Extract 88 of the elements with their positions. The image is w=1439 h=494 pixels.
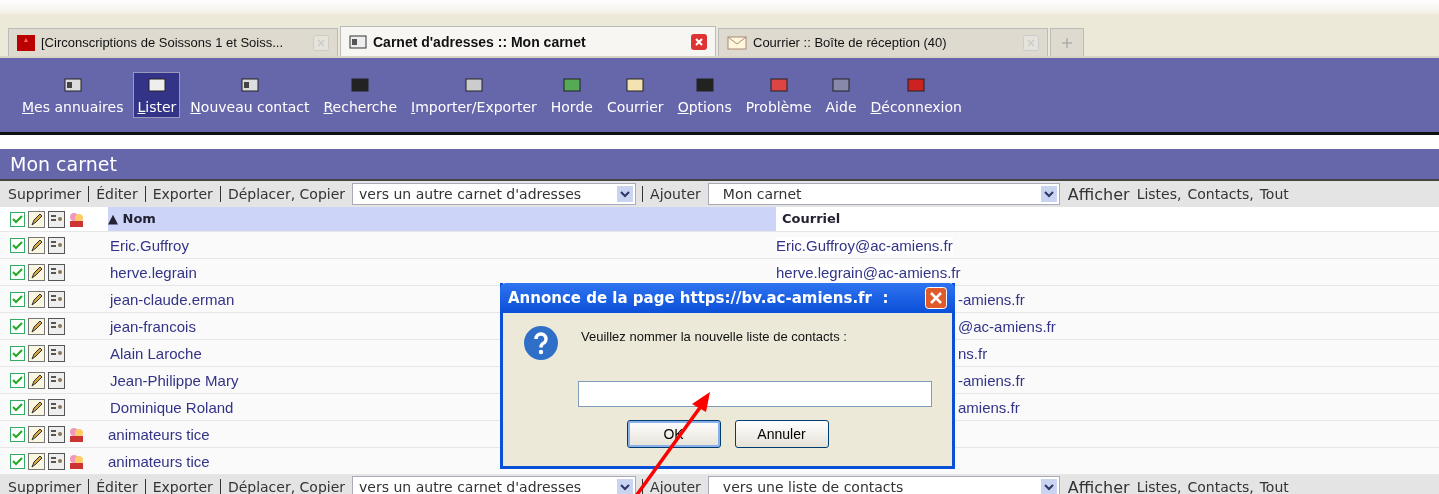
filter-link[interactable]: Listes, bbox=[1133, 186, 1185, 202]
browser-tab[interactable]: [Circonscriptions de Soissons 1 et Soiss... bbox=[8, 28, 338, 56]
group-icon bbox=[68, 425, 85, 443]
dialog-message: Veuillez nommer la nouvelle liste de contacts : bbox=[581, 329, 847, 344]
dialog-title: Annonce de la page https://bv.ac-amiens.fr : bbox=[508, 289, 889, 307]
panel-title: Mon carnet bbox=[0, 149, 1439, 181]
contact-name[interactable]: Eric.Guffroy bbox=[108, 236, 776, 254]
checkbox-icon[interactable] bbox=[10, 399, 25, 415]
action-link[interactable]: Exporter bbox=[144, 186, 220, 202]
toolbar-button[interactable]: Aide bbox=[821, 72, 861, 118]
plus-icon bbox=[1062, 37, 1072, 48]
addressbook-select[interactable]: Mon carnet bbox=[707, 183, 1060, 205]
action-link[interactable]: Exporter bbox=[144, 479, 220, 494]
checkbox-icon[interactable] bbox=[10, 426, 25, 442]
toolbar-button[interactable]: Horde bbox=[546, 72, 597, 118]
vcard-icon[interactable] bbox=[48, 236, 65, 254]
dropdown-icon bbox=[617, 479, 634, 494]
filter-link[interactable]: Tout bbox=[1256, 186, 1292, 202]
question-icon bbox=[523, 325, 559, 361]
new-card-icon bbox=[239, 75, 260, 95]
toolbar-button[interactable]: Mes annuaires bbox=[18, 72, 128, 118]
input-field[interactable] bbox=[578, 381, 932, 407]
contact-name[interactable]: herve.legrain bbox=[108, 263, 776, 281]
vcard-icon[interactable] bbox=[48, 290, 65, 308]
edit-icon[interactable] bbox=[28, 210, 45, 228]
action-link[interactable]: Éditer bbox=[88, 186, 145, 202]
checkbox-icon[interactable] bbox=[10, 211, 25, 227]
toolbar-button[interactable]: Importer/Exporter bbox=[407, 72, 541, 118]
toolbar-button[interactable]: Options bbox=[673, 72, 736, 118]
dropdown-icon bbox=[617, 186, 634, 202]
card-icon bbox=[62, 75, 83, 95]
target-select[interactable]: vers un autre carnet d'adresses bbox=[352, 476, 637, 494]
filter-link[interactable]: Contacts, bbox=[1184, 186, 1257, 202]
checkbox-icon[interactable] bbox=[10, 345, 25, 361]
vcard-icon[interactable] bbox=[48, 344, 65, 362]
filter-link[interactable]: Tout bbox=[1256, 479, 1292, 494]
checkbox-icon[interactable] bbox=[10, 291, 25, 307]
add-link[interactable]: Ajouter bbox=[642, 186, 708, 202]
vcard-icon[interactable] bbox=[48, 371, 65, 389]
vcard-icon[interactable] bbox=[48, 425, 65, 443]
vcard-icon[interactable] bbox=[48, 210, 65, 228]
toolbar-button[interactable]: Nouveau contact bbox=[186, 72, 314, 118]
edit-icon[interactable] bbox=[28, 371, 45, 389]
checkbox-icon[interactable] bbox=[10, 318, 25, 334]
toolbar-button[interactable]: Courrier bbox=[602, 72, 668, 118]
toolbar-button[interactable]: Déconnexion bbox=[866, 72, 966, 118]
dropdown-icon bbox=[1040, 479, 1057, 494]
filter-link[interactable]: Listes, bbox=[1133, 479, 1185, 494]
edit-icon[interactable] bbox=[28, 452, 45, 470]
edit-icon[interactable] bbox=[28, 344, 45, 362]
toolbar-button[interactable]: Recherche bbox=[319, 72, 401, 118]
toolbar-button[interactable]: Lister bbox=[133, 72, 181, 118]
edit-icon[interactable] bbox=[28, 398, 45, 416]
checkbox-icon[interactable] bbox=[10, 264, 25, 280]
action-link[interactable]: Supprimer bbox=[8, 479, 89, 494]
column-header[interactable]: ▲ Nom bbox=[108, 207, 776, 231]
action-link[interactable]: Supprimer bbox=[8, 186, 89, 202]
dialog-button[interactable]: Annuler bbox=[734, 420, 829, 448]
group-icon[interactable] bbox=[68, 210, 85, 228]
target-select[interactable]: vers un autre carnet d'adresses bbox=[352, 183, 637, 205]
edit-icon[interactable] bbox=[28, 263, 45, 281]
toolbar-button[interactable]: Problème bbox=[741, 72, 816, 118]
edit-icon[interactable] bbox=[28, 290, 45, 308]
group-icon bbox=[68, 452, 85, 470]
action-link[interactable]: Éditer bbox=[88, 479, 145, 494]
show-label: Afficher bbox=[1067, 477, 1130, 494]
show-label: Afficher bbox=[1067, 184, 1130, 204]
edit-icon[interactable] bbox=[28, 317, 45, 335]
filter-link[interactable]: Contacts, bbox=[1184, 479, 1257, 494]
favicon-icon bbox=[17, 34, 35, 51]
vcard-icon[interactable] bbox=[48, 398, 65, 416]
vcard-icon[interactable] bbox=[48, 452, 65, 470]
list-select[interactable]: vers une liste de contacts bbox=[707, 476, 1060, 494]
checkbox-icon[interactable] bbox=[10, 237, 25, 253]
checkbox-icon[interactable] bbox=[10, 372, 25, 388]
email-address[interactable]: herve.legrain@ac-amiens.fr bbox=[776, 263, 961, 281]
vcard-icon[interactable] bbox=[48, 263, 65, 281]
browser-tab[interactable]: Courrier :: Boîte de réception (40) bbox=[718, 28, 1048, 56]
add-link[interactable]: Ajouter bbox=[642, 479, 708, 494]
email-address[interactable]: Eric.Guffroy@ac-amiens.fr bbox=[776, 236, 953, 254]
edit-icon[interactable] bbox=[28, 425, 45, 443]
card-icon bbox=[349, 34, 367, 49]
edit-icon[interactable] bbox=[28, 236, 45, 254]
vcard-icon[interactable] bbox=[48, 317, 65, 335]
checkbox-icon[interactable] bbox=[10, 453, 25, 469]
dropdown-icon bbox=[1040, 186, 1057, 202]
close-icon[interactable] bbox=[691, 33, 707, 50]
browser-tab[interactable]: Carnet d'adresses :: Mon carnet bbox=[340, 26, 716, 56]
